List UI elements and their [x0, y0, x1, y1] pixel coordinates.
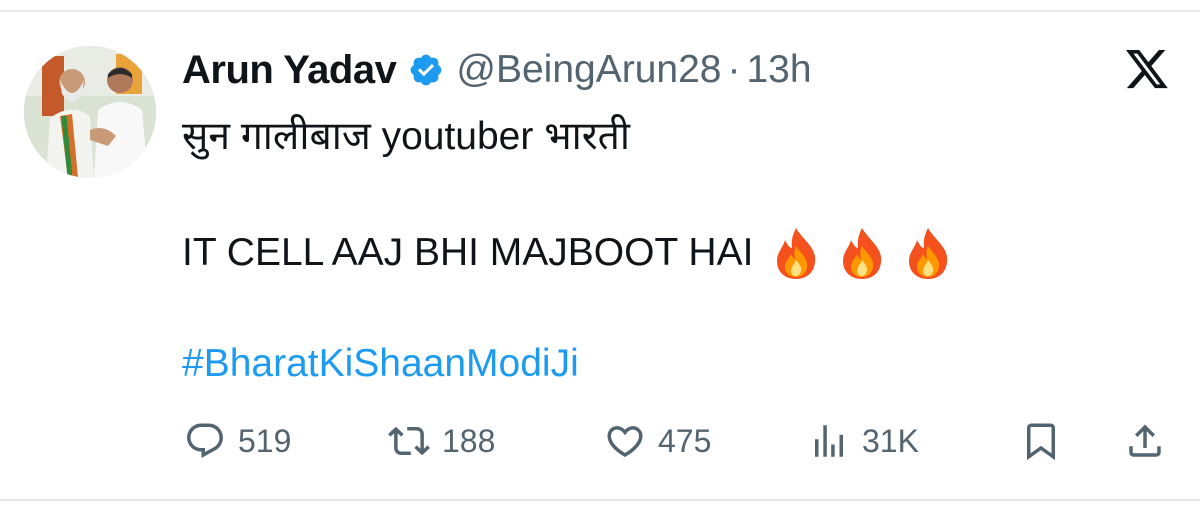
verified-badge-icon: [408, 52, 444, 88]
reply-button[interactable]: 519: [184, 415, 291, 467]
tweet-text-caps: IT CELL AAJ BHI MAJBOOT HAI: [182, 231, 754, 274]
user-handle[interactable]: @BeingArun28: [456, 48, 721, 92]
bookmark-button[interactable]: [1020, 415, 1062, 467]
bookmark-icon: [1027, 423, 1055, 461]
fire-emoji-icon: [839, 226, 885, 280]
separator-dot: ·: [727, 48, 741, 91]
retweet-count: 188: [442, 422, 496, 459]
avatar[interactable]: [24, 46, 156, 178]
top-divider: [0, 10, 1200, 12]
action-bar: 519 188 475 31K: [0, 415, 1200, 467]
views-count: 31K: [862, 422, 919, 459]
display-name[interactable]: Arun Yadav: [182, 48, 397, 93]
reply-count: 519: [238, 422, 292, 459]
x-logo-icon: [1124, 50, 1170, 92]
tweet-text-line-2: IT CELL AAJ BHI MAJBOOT HAI: [182, 226, 971, 280]
like-button[interactable]: 475: [604, 415, 711, 467]
views-button[interactable]: 31K: [808, 415, 919, 467]
tweet-text-line-1: सुन गालीबाज youtuber भारती: [182, 115, 630, 158]
bottom-divider: [0, 499, 1200, 501]
tweet-header: Arun Yadav @BeingArun28 · 13h: [182, 44, 812, 96]
emoji-group: [773, 226, 971, 280]
timestamp[interactable]: 13h: [746, 48, 811, 92]
views-chart-icon: [815, 425, 843, 457]
like-count: 475: [658, 422, 712, 459]
share-button[interactable]: [1124, 415, 1166, 467]
retweet-button[interactable]: 188: [388, 415, 495, 467]
hashtag-link[interactable]: #BharatKiShaanModiJi: [182, 342, 579, 386]
fire-emoji-icon: [905, 226, 951, 280]
retweet-icon: [388, 426, 430, 456]
reply-icon: [187, 423, 223, 458]
heart-icon: [607, 426, 643, 458]
share-icon: [1129, 424, 1161, 457]
tweet-card: Arun Yadav @BeingArun28 · 13h सुन गालीबा…: [0, 0, 1200, 507]
fire-emoji-icon: [773, 226, 819, 280]
avatar-photo: [24, 46, 156, 178]
